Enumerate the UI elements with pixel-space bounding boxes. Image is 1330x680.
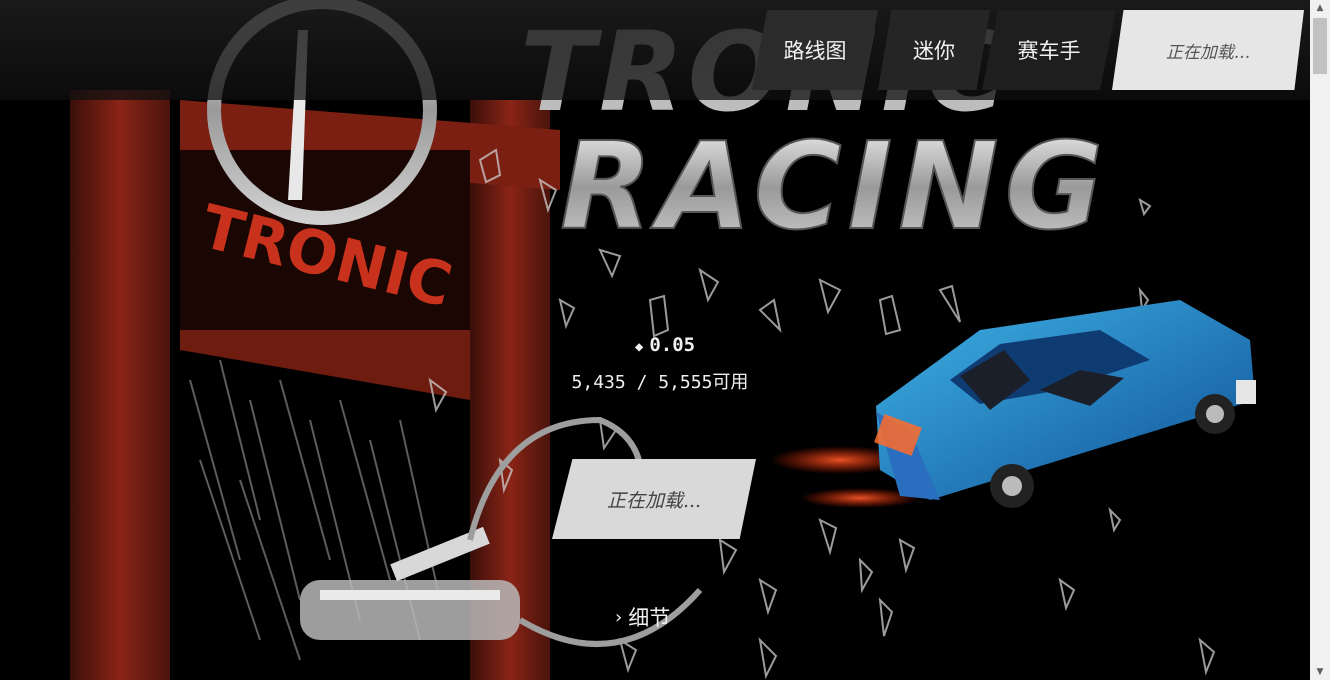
mint-button-label: 正在加载... (606, 489, 702, 512)
nav-drivers[interactable]: 赛车手 (982, 10, 1116, 90)
page-scrollbar[interactable]: ▲ ▼ (1310, 0, 1330, 680)
mint-button[interactable]: 正在加载... (552, 459, 756, 539)
mint-supply: 5,435 / 5,555可用 (571, 372, 749, 393)
scroll-down-arrow-icon[interactable]: ▼ (1310, 664, 1330, 680)
scrollbar-thumb[interactable] (1313, 18, 1327, 74)
details-link[interactable]: › 细节 (615, 602, 670, 632)
nav-mini-label: 迷你 (913, 39, 955, 63)
mint-price-value: 0.05 (649, 334, 696, 356)
nav-mini[interactable]: 迷你 (878, 10, 990, 90)
blue-car (874, 300, 1256, 508)
scroll-up-arrow-icon[interactable]: ▲ (1310, 0, 1330, 16)
nav-roadmap-label: 路线图 (783, 39, 847, 63)
nav-drivers-label: 赛车手 (1017, 39, 1081, 63)
svg-text:RACING: RACING (560, 118, 1109, 257)
chevron-right-icon: › (615, 606, 623, 628)
details-label: 细节 (628, 606, 671, 630)
connect-wallet-label: 正在加载... (1165, 42, 1251, 63)
red-frame: TRONIC (70, 0, 560, 680)
connect-wallet-button[interactable]: 正在加载... (1112, 10, 1304, 90)
mint-price: ◆ 0.05 (600, 334, 730, 356)
eth-diamond-icon: ◆ (634, 339, 644, 355)
nav-roadmap[interactable]: 路线图 (752, 10, 878, 90)
